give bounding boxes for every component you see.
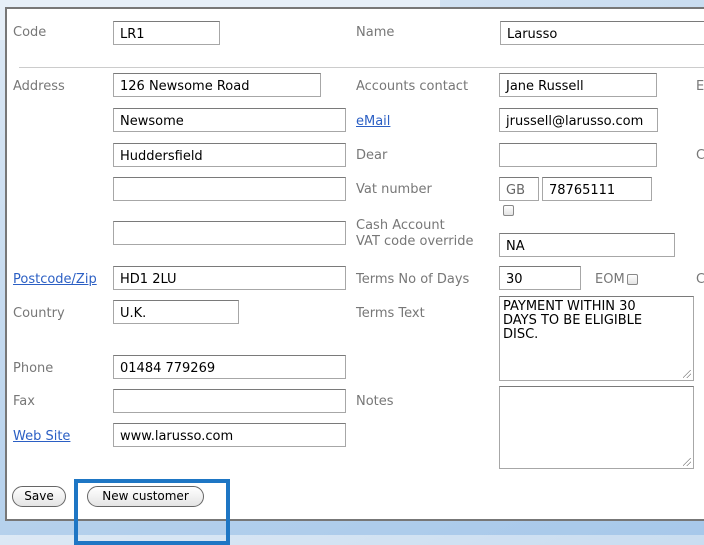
address-line-5-input[interactable] [113, 221, 346, 245]
vat-prefix-input[interactable]: GB [499, 177, 539, 201]
vat-number-input[interactable]: 78765111 [542, 177, 652, 201]
email-link[interactable]: eMail [356, 114, 390, 130]
eom-label: EOM [595, 272, 625, 287]
address-line-1-input[interactable]: 126 Newsome Road [113, 73, 321, 97]
postcode-link[interactable]: Postcode/Zip [13, 272, 97, 288]
dear-label: Dear [356, 148, 388, 163]
postcode-input[interactable]: HD1 2LU [113, 266, 346, 290]
notes-textarea[interactable] [499, 386, 694, 469]
terms-text-value: PAYMENT WITHIN 30 DAYS TO BE ELIGIBLE DI… [503, 299, 643, 342]
terms-text-label: Terms Text [356, 306, 425, 321]
address-label: Address [13, 79, 65, 94]
country-label: Country [13, 306, 65, 321]
phone-input[interactable]: 01484 779269 [113, 355, 346, 379]
name-label: Name [356, 25, 395, 40]
address-line-2-input[interactable]: Newsome [113, 108, 346, 132]
code-label: Code [13, 25, 47, 40]
resize-grip-icon[interactable] [683, 370, 691, 378]
notes-label: Notes [356, 394, 394, 409]
section-divider [19, 67, 704, 68]
fax-input[interactable] [113, 389, 346, 413]
clipped-label-e: E [696, 79, 704, 94]
email-input[interactable]: jrussell@larusso.com [499, 108, 658, 132]
terms-days-label: Terms No of Days [356, 272, 470, 287]
code-input[interactable]: LR1 [113, 21, 220, 45]
address-line-4-input[interactable] [113, 177, 346, 201]
terms-text-textarea[interactable]: PAYMENT WITHIN 30 DAYS TO BE ELIGIBLE DI… [499, 296, 694, 381]
cash-account-label: Cash Account [356, 218, 445, 233]
save-button[interactable]: Save [12, 486, 66, 507]
accounts-contact-label: Accounts contact [356, 79, 469, 94]
resize-grip-icon[interactable] [683, 458, 691, 466]
address-line-3-input[interactable]: Huddersfield [113, 143, 346, 167]
eom-checkbox[interactable] [627, 274, 638, 285]
cash-account-checkbox[interactable] [503, 205, 514, 216]
vat-override-input[interactable]: NA [499, 233, 675, 257]
clipped-label-c2: C [696, 272, 704, 287]
name-input[interactable]: Larusso [500, 21, 704, 45]
highlight-box [74, 479, 230, 545]
dear-input[interactable] [499, 143, 657, 167]
terms-days-input[interactable]: 30 [499, 266, 581, 290]
vat-override-label: VAT code override [356, 234, 474, 249]
fax-label: Fax [13, 394, 35, 409]
country-input[interactable]: U.K. [113, 300, 239, 324]
phone-label: Phone [13, 361, 54, 376]
vat-number-label: Vat number [356, 182, 432, 197]
website-link[interactable]: Web Site [13, 429, 70, 445]
accounts-contact-input[interactable]: Jane Russell [499, 73, 657, 97]
clipped-label-c1: C [696, 148, 704, 163]
customer-form-panel: Code LR1 Name Larusso Address 126 Newsom… [5, 7, 704, 521]
website-input[interactable]: www.larusso.com [113, 423, 346, 447]
